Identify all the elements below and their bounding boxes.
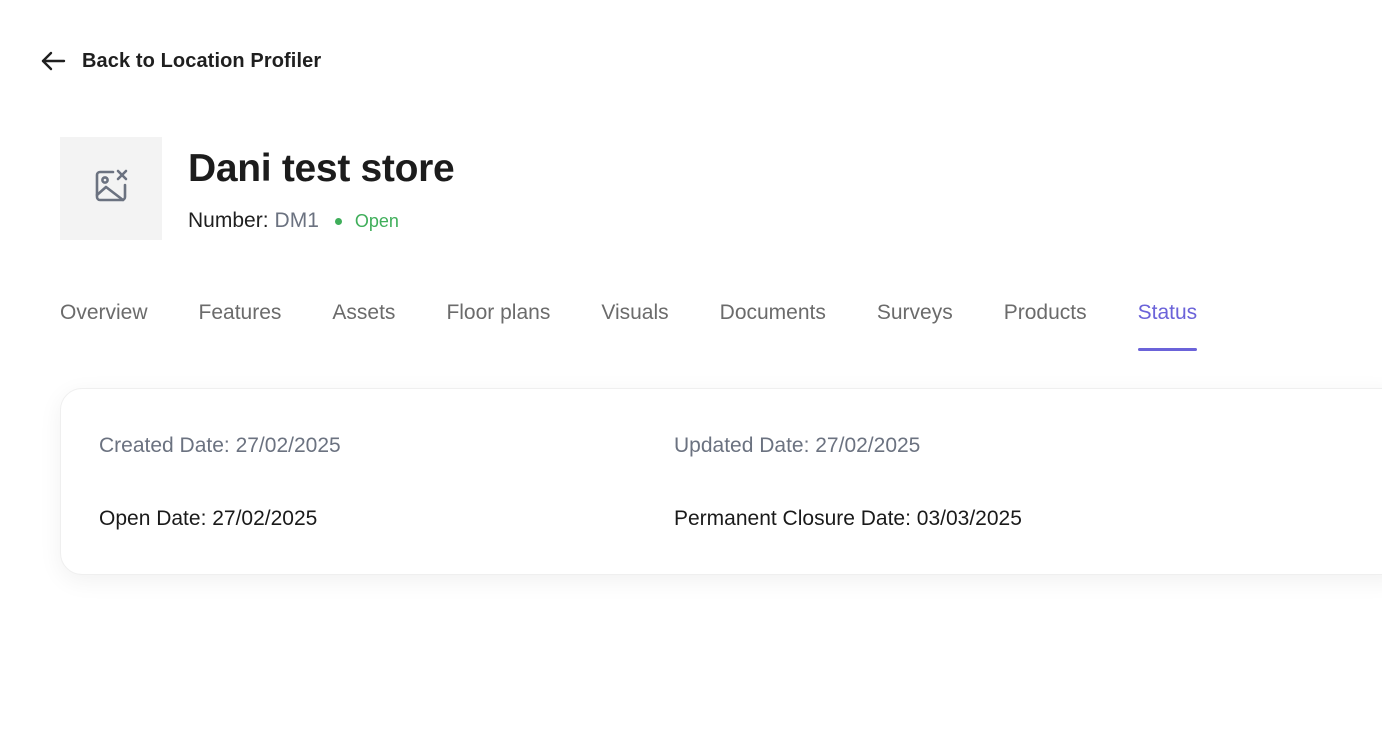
back-link-label: Back to Location Profiler [82, 49, 322, 72]
permanent-closure-date: Permanent Closure Date: 03/03/2025 [674, 507, 1022, 530]
updated-date: Updated Date: 27/02/2025 [674, 434, 921, 457]
arrow-left-icon [40, 46, 66, 76]
store-meta-row: Number: DM1 Open [188, 209, 454, 233]
store-title-block: Dani test store Number: DM1 Open [188, 147, 455, 233]
open-date: Open Date: 27/02/2025 [99, 507, 318, 530]
tab-assets[interactable]: Assets [332, 298, 395, 351]
page: Back to Location Profiler Dani test stor… [0, 0, 1382, 754]
store-image-placeholder [60, 137, 162, 240]
status-dates-card: Created Date: 27/02/2025 Updated Date: 2… [60, 388, 1382, 575]
tab-features[interactable]: Features [199, 298, 282, 351]
created-date: Created Date: 27/02/2025 [99, 434, 341, 457]
tab-floor-plans[interactable]: Floor plans [446, 298, 550, 351]
tab-products[interactable]: Products [1004, 298, 1087, 351]
store-number-value: DM1 [274, 209, 319, 232]
store-title: Dani test store [188, 147, 455, 190]
tab-status[interactable]: Status [1137, 298, 1197, 351]
status-dot-icon [334, 217, 342, 225]
tab-overview[interactable]: Overview [60, 298, 148, 351]
store-status-badge: Open [354, 210, 399, 231]
tab-surveys[interactable]: Surveys [877, 298, 953, 351]
store-header: Dani test store Number: DM1 Open [60, 137, 455, 240]
tab-visuals[interactable]: Visuals [601, 298, 668, 351]
back-to-location-profiler-link[interactable]: Back to Location Profiler [40, 46, 321, 76]
tab-documents[interactable]: Documents [720, 298, 826, 351]
tab-bar: Overview Features Assets Floor plans Vis… [60, 298, 1248, 352]
store-number-label: Number: [188, 209, 269, 232]
image-off-icon [93, 168, 129, 209]
